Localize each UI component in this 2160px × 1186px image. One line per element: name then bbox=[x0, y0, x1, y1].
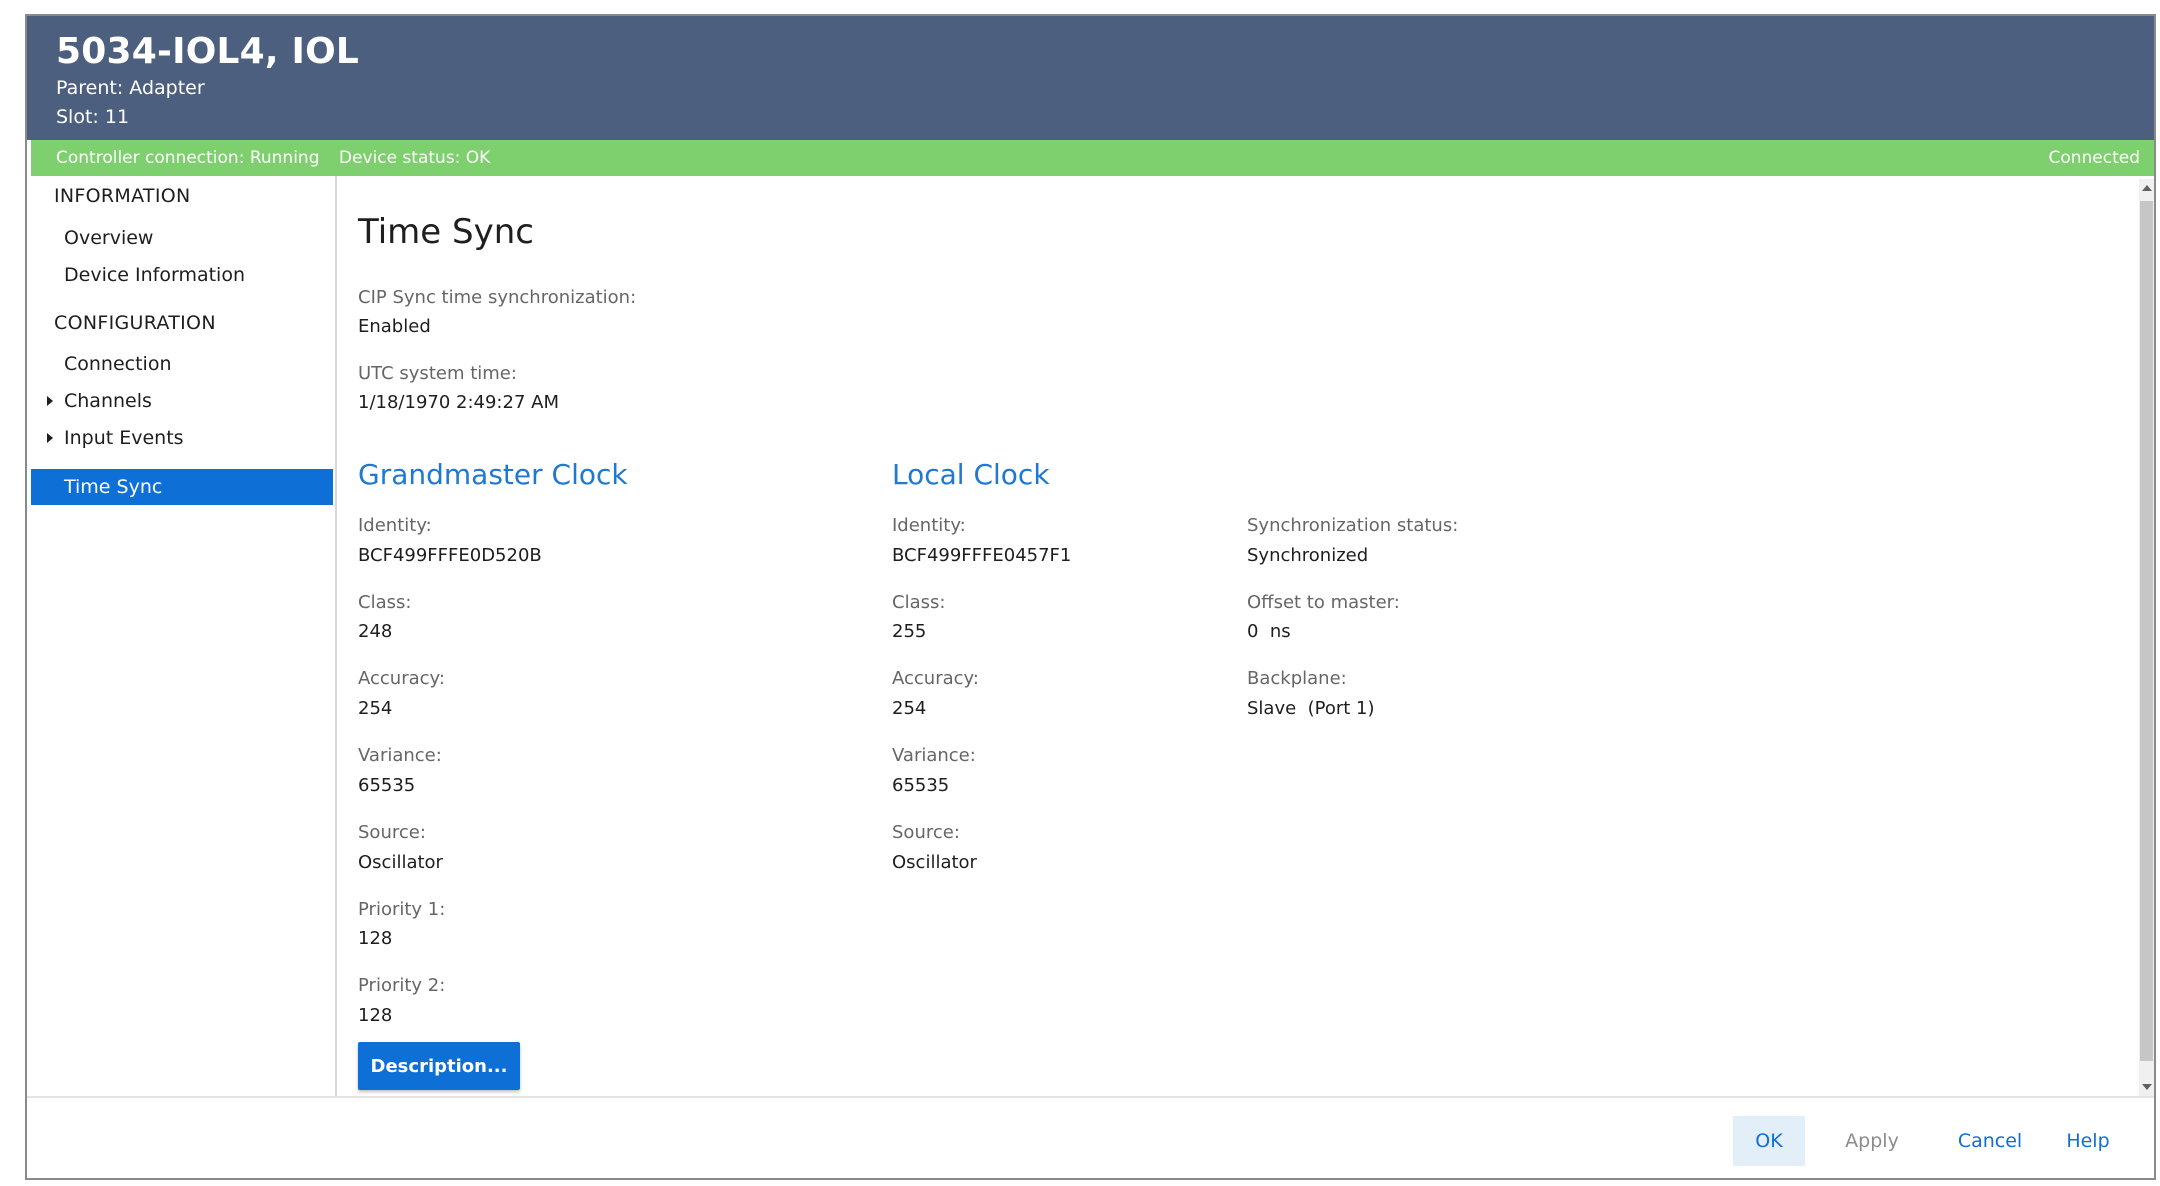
sync-status-label: Synchronization status: bbox=[1247, 515, 1459, 536]
offset-to-master-label: Offset to master: bbox=[1247, 592, 1400, 613]
slot-label: Slot: bbox=[56, 106, 99, 128]
parent-value: Adapter bbox=[129, 77, 205, 99]
gm-class-label: Class: bbox=[358, 592, 412, 613]
scroll-down-arrow-icon[interactable] bbox=[2142, 1084, 2152, 1090]
sidebar-item-label: Channels bbox=[64, 390, 152, 412]
sidebar-item-label: Device Information bbox=[64, 264, 246, 286]
backplane-label: Backplane: bbox=[1247, 668, 1347, 689]
sidebar-item-label: Input Events bbox=[64, 427, 184, 449]
dialog-window: 5034-IOL4, IOL Parent: Adapter Slot: 11 … bbox=[25, 14, 2156, 1180]
backplane-value: Slave (Port 1) bbox=[1247, 698, 1375, 719]
main-content: Time Sync CIP Sync time synchronization:… bbox=[337, 176, 2137, 1096]
help-button[interactable]: Help bbox=[2053, 1116, 2123, 1166]
local-accuracy-label: Accuracy: bbox=[892, 668, 979, 689]
cancel-button[interactable]: Cancel bbox=[1940, 1116, 2040, 1166]
status-bar: Controller connection: Running Device st… bbox=[31, 140, 2154, 176]
connection-state: Connected bbox=[2048, 148, 2140, 168]
gm-variance-label: Variance: bbox=[358, 745, 442, 766]
sidebar: INFORMATION Overview Device Information … bbox=[31, 176, 337, 1096]
gm-priority2-label: Priority 2: bbox=[358, 975, 446, 996]
sidebar-item-label: Connection bbox=[64, 353, 172, 375]
ok-button[interactable]: OK bbox=[1733, 1116, 1805, 1166]
sidebar-item-input-events[interactable]: Input Events bbox=[31, 420, 333, 456]
gm-source-value: Oscillator bbox=[358, 852, 443, 873]
device-status: Device status: OK bbox=[338, 148, 491, 168]
gm-identity-label: Identity: bbox=[358, 515, 432, 536]
sidebar-item-overview[interactable]: Overview bbox=[31, 220, 333, 256]
utc-time-label: UTC system time: bbox=[358, 363, 517, 384]
module-header: 5034-IOL4, IOL Parent: Adapter Slot: 11 bbox=[27, 16, 2154, 140]
local-class-label: Class: bbox=[892, 592, 946, 613]
description-button[interactable]: Description... bbox=[358, 1042, 520, 1090]
gm-accuracy-label: Accuracy: bbox=[358, 668, 445, 689]
gm-accuracy-value: 254 bbox=[358, 698, 393, 719]
offset-to-master-value: 0 ns bbox=[1247, 621, 1291, 642]
scroll-up-arrow-icon[interactable] bbox=[2142, 185, 2152, 191]
expand-arrow-icon[interactable] bbox=[47, 433, 53, 443]
page-title: Time Sync bbox=[358, 212, 534, 252]
sidebar-item-label: Time Sync bbox=[64, 476, 163, 498]
dialog-footer: OK Apply Cancel Help bbox=[27, 1096, 2154, 1178]
local-variance-value: 65535 bbox=[892, 775, 950, 796]
parent-line: Parent: Adapter bbox=[56, 77, 205, 99]
slot-line: Slot: 11 bbox=[56, 106, 129, 128]
sync-status-value: Synchronized bbox=[1247, 545, 1369, 566]
local-identity-label: Identity: bbox=[892, 515, 966, 536]
gm-priority1-label: Priority 1: bbox=[358, 899, 446, 920]
scrollbar-thumb[interactable] bbox=[2140, 201, 2153, 1061]
gm-priority1-value: 128 bbox=[358, 928, 393, 949]
gm-identity-value: BCF499FFFE0D520B bbox=[358, 545, 542, 566]
gm-priority2-value: 128 bbox=[358, 1005, 393, 1026]
sidebar-heading-configuration: CONFIGURATION bbox=[54, 312, 216, 334]
vertical-scrollbar[interactable] bbox=[2139, 179, 2154, 1096]
grandmaster-clock-title: Grandmaster Clock bbox=[358, 458, 628, 491]
gm-source-label: Source: bbox=[358, 822, 426, 843]
local-accuracy-value: 254 bbox=[892, 698, 927, 719]
local-class-value: 255 bbox=[892, 621, 927, 642]
local-source-label: Source: bbox=[892, 822, 960, 843]
sidebar-item-connection[interactable]: Connection bbox=[31, 346, 333, 382]
apply-button[interactable]: Apply bbox=[1827, 1116, 1917, 1166]
sidebar-item-time-sync[interactable]: Time Sync bbox=[31, 469, 333, 505]
local-source-value: Oscillator bbox=[892, 852, 977, 873]
local-variance-label: Variance: bbox=[892, 745, 976, 766]
parent-label: Parent: bbox=[56, 77, 124, 99]
module-title: 5034-IOL4, IOL bbox=[56, 31, 360, 72]
cip-sync-value: Enabled bbox=[358, 316, 431, 337]
sidebar-heading-information: INFORMATION bbox=[54, 185, 191, 207]
gm-variance-value: 65535 bbox=[358, 775, 416, 796]
expand-arrow-icon[interactable] bbox=[47, 396, 53, 406]
local-identity-value: BCF499FFFE0457F1 bbox=[892, 545, 1072, 566]
sidebar-item-channels[interactable]: Channels bbox=[31, 383, 333, 419]
sidebar-item-label: Overview bbox=[64, 227, 154, 249]
slot-value: 11 bbox=[104, 106, 130, 128]
gm-class-value: 248 bbox=[358, 621, 393, 642]
sidebar-item-device-information[interactable]: Device Information bbox=[31, 257, 333, 293]
cip-sync-label: CIP Sync time synchronization: bbox=[358, 287, 637, 308]
local-clock-title: Local Clock bbox=[892, 458, 1050, 491]
utc-time-value: 1/18/1970 2:49:27 AM bbox=[358, 392, 559, 413]
controller-connection-status: Controller connection: Running bbox=[56, 148, 320, 168]
